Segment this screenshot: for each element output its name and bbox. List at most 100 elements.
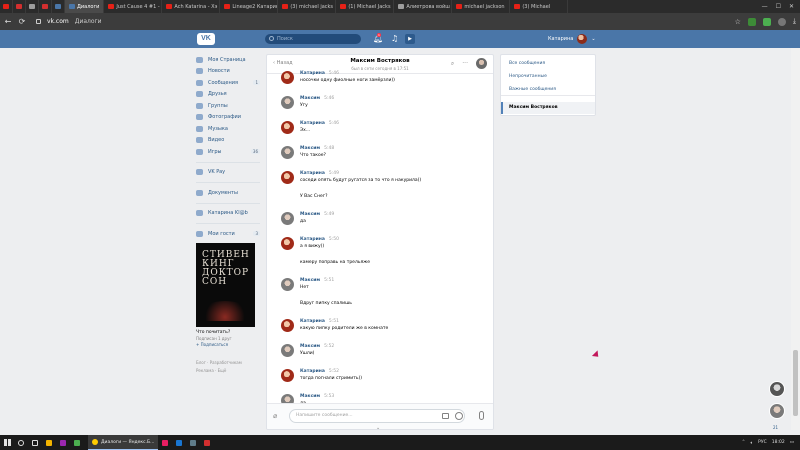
browser-tab[interactable]: Lineage2 Катарин [220,0,279,13]
paperclip-icon[interactable]: ⌀ [273,412,277,420]
avatar[interactable] [281,171,294,184]
avatar[interactable] [281,344,294,357]
footer-link-row[interactable]: Блог · Разработчикам [196,359,260,367]
download-icon[interactable]: ⤓ [793,17,796,26]
subscribe-link[interactable]: + Подписаться [196,342,260,347]
sidebar-item[interactable]: Фотографии [196,112,260,124]
floating-chat-avatar[interactable] [769,381,785,397]
taskbar-app-icon[interactable] [158,435,172,450]
avatar[interactable] [281,71,294,84]
chevron-down-icon[interactable]: ⌄ [376,425,380,429]
language-indicator[interactable]: РУС [758,440,767,445]
sidebar-item[interactable]: Мои гости 3 [196,228,260,240]
message-author[interactable]: Максим 5:53 [300,394,334,399]
taskbar-app-icon[interactable] [56,435,70,450]
protect-icon[interactable] [777,17,786,26]
sidebar-item[interactable]: Документы [196,187,260,199]
extension-icon[interactable] [747,17,756,26]
browser-tab[interactable]: (3) Michael [510,0,569,13]
browser-tab[interactable]: michael jackson [452,0,511,13]
browser-tab[interactable] [39,0,52,13]
avatar[interactable] [281,278,294,291]
sidebar-item[interactable]: Группы [196,100,260,112]
clock[interactable]: 18:02 [772,440,785,445]
back-arrow-icon[interactable]: ← [4,17,12,26]
tray-up-icon[interactable]: ⌃ [742,440,746,445]
sidebar-item[interactable]: Игры 36 [196,146,260,158]
browser-tab[interactable]: Алиетрова войш [394,0,453,13]
more-icon[interactable]: ··· [462,60,468,67]
message-author[interactable]: Максим 5:51 [300,278,334,283]
sidebar-item[interactable]: Сообщения 1 [196,77,260,89]
taskbar-app-icon[interactable] [172,435,186,450]
message-author[interactable]: Катарина 5:49 [300,171,339,176]
notifications-button[interactable]: 🔔︎ 1 [373,33,383,43]
avatar[interactable] [476,58,487,69]
task-view-icon[interactable] [28,435,42,450]
avatar[interactable] [281,96,294,109]
taskbar-app-icon[interactable] [186,435,200,450]
floating-counter[interactable]: 21 [773,425,778,430]
camera-icon[interactable] [442,413,449,419]
microphone-icon[interactable] [479,411,484,420]
maximize-icon[interactable]: ☐ [776,3,781,10]
message-author[interactable]: Максим 5:52 [300,344,334,349]
sidebar-item[interactable]: Друзья [196,89,260,101]
taskbar-app-icon[interactable] [70,435,84,450]
message-author[interactable]: Катарина 5:46 [300,71,339,76]
taskbar-browser-app[interactable]: Диалоги — Яндекс.Б... [88,435,159,450]
message-author[interactable]: Катарина 5:50 [300,237,339,242]
avatar[interactable] [281,121,294,134]
avatar[interactable] [281,212,294,225]
filter-unread[interactable]: Непрочитанные [509,74,547,79]
browser-tab[interactable]: Ach Katarina - Хэ [162,0,221,13]
message-author[interactable]: Максим 5:49 [300,212,334,217]
sidebar-item[interactable]: Музыка [196,123,260,135]
filter-all[interactable]: Все сообщения [509,61,545,66]
play-icon[interactable]: ▶ [405,34,415,44]
book-cover-image[interactable]: СТИВЕН КИНГ ДОКТОР СОН [196,242,255,327]
url-field[interactable]: vk.com Диалоги [36,18,102,25]
avatar[interactable] [281,237,294,250]
refresh-icon[interactable]: ⟳ [18,17,26,26]
message-author[interactable]: Максим 5:48 [300,146,334,151]
browser-tab[interactable] [26,0,39,13]
browser-tab[interactable] [0,0,13,13]
avatar[interactable] [281,319,294,332]
bookmark-icon[interactable]: ☆ [735,18,741,26]
browser-tab[interactable]: Just Cause 4 #1 - [104,0,163,13]
taskbar-app-icon[interactable] [42,435,56,450]
extension-icon[interactable] [762,17,771,26]
notification-center-icon[interactable]: ▭ [790,440,794,445]
browser-tab[interactable]: (3) michael jacks [278,0,337,13]
promo-title[interactable]: Что почитать? [196,330,260,335]
message-input[interactable]: Напишите сообщение... [289,409,465,423]
search-input[interactable]: Поиск [265,34,361,44]
scrollbar-thumb[interactable] [793,350,798,416]
browser-tab[interactable] [13,0,26,13]
avatar[interactable] [281,369,294,382]
floating-chat-avatar[interactable] [769,403,785,419]
message-author[interactable]: Катарина 5:46 [300,121,339,126]
emoji-icon[interactable] [455,412,463,420]
browser-tab[interactable] [52,0,65,13]
sidebar-item[interactable]: Видео [196,135,260,147]
filter-important[interactable]: Важные сообщения [509,87,556,92]
message-author[interactable]: Максим 5:46 [300,96,334,101]
close-icon[interactable]: ✕ [789,3,794,10]
sidebar-item[interactable]: Новости [196,66,260,78]
footer-link-row[interactable]: Реклама · Ещё [196,367,260,375]
sidebar-item[interactable]: Катарина Kl@b [196,208,260,220]
volume-icon[interactable]: 🔈︎ [750,440,753,446]
music-icon[interactable]: ♫ [391,34,398,43]
message-author[interactable]: Катарина 5:51 [300,319,339,324]
vk-logo[interactable]: VK [197,33,215,45]
user-menu[interactable]: Катарина ⌄ [548,34,596,44]
avatar[interactable] [281,146,294,159]
taskbar-search-icon[interactable] [14,435,28,450]
taskbar-app-icon[interactable] [200,435,214,450]
minimize-icon[interactable]: — [762,3,768,10]
browser-tab[interactable]: (1) Michael Jacks [336,0,395,13]
tab-active[interactable]: Диалоги [65,0,105,13]
sidebar-item[interactable]: Моя Страница [196,54,260,66]
